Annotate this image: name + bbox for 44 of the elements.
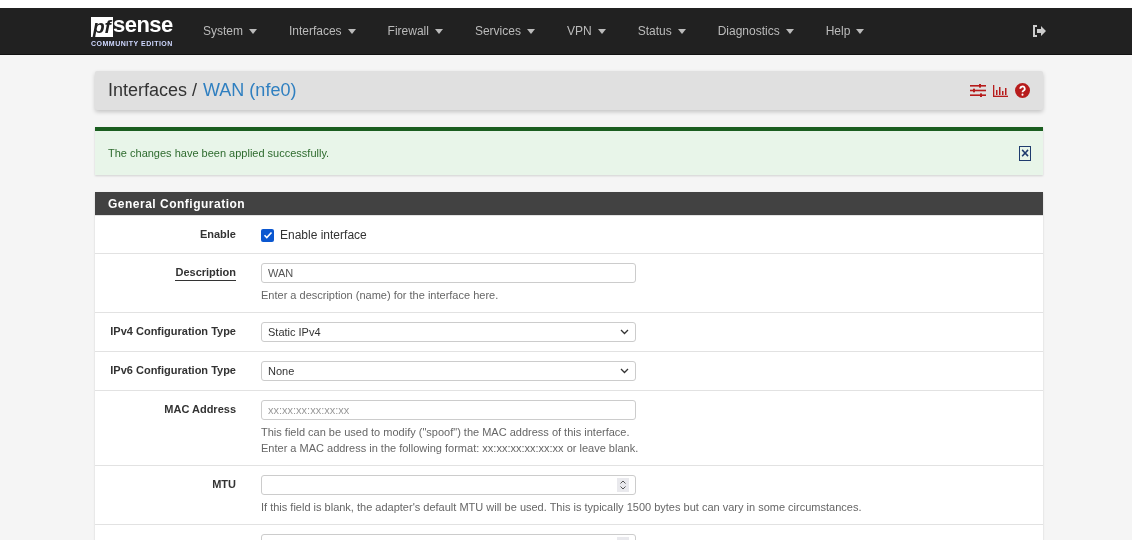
- spinner-icon: [617, 478, 629, 492]
- chevron-down-icon: [620, 368, 629, 374]
- alert-message: The changes have been applied successfully.: [108, 145, 330, 161]
- help-text: This field can be used to modify ("spoof") the MAC address of this interface.: [261, 425, 631, 440]
- caret-icon: [526, 28, 535, 34]
- breadcrumb-parent[interactable]: Interfaces /: [108, 77, 198, 104]
- caret-icon: [597, 28, 606, 34]
- caret-icon: [347, 28, 356, 34]
- help-text: Enter a description (name) for the interface here.: [261, 288, 500, 303]
- checkbox[interactable]: [261, 228, 274, 242]
- menu-item[interactable]: Services: [462, 22, 547, 40]
- chevron-down-icon: [620, 329, 629, 335]
- caret-icon: [785, 28, 794, 34]
- close-button[interactable]: ×: [1019, 145, 1031, 161]
- number-field[interactable]: [261, 475, 636, 495]
- field-label: Description: [175, 264, 236, 281]
- help-text: If this field is blank, the adapter's default MTU will be used. This is typically 1500 bytes but can vary in some circumstances.: [261, 500, 862, 515]
- caret-icon: [677, 28, 686, 34]
- menu-item[interactable]: VPN: [554, 22, 618, 40]
- menu-item[interactable]: Diagnostics: [705, 22, 806, 40]
- menu-item[interactable]: Interfaces: [276, 22, 368, 40]
- caret-icon: [248, 28, 257, 34]
- sliders-icon[interactable]: [970, 84, 986, 97]
- checkbox-label: Enable interface: [280, 227, 367, 244]
- menu-item[interactable]: Help: [813, 22, 877, 40]
- field-label: Enable: [199, 227, 236, 242]
- field-label: IPv4 Configuration Type: [110, 324, 236, 339]
- caret-icon: [434, 28, 443, 34]
- menu-item[interactable]: System: [190, 22, 269, 40]
- logout-icon[interactable]: [1032, 25, 1046, 37]
- menu-item[interactable]: Firewall: [375, 22, 455, 40]
- select-field[interactable]: None: [261, 361, 636, 381]
- panel-title: General Configuration: [108, 195, 246, 213]
- caret-icon: [856, 28, 865, 34]
- input-field[interactable]: WAN: [261, 263, 636, 283]
- field-label: MAC Address: [164, 402, 236, 417]
- help-icon[interactable]: [1015, 83, 1030, 98]
- menu-item[interactable]: Status: [625, 22, 698, 40]
- select-field[interactable]: Static IPv4: [261, 322, 636, 342]
- bar-chart-icon[interactable]: [993, 84, 1008, 97]
- field-label: IPv6 Configuration Type: [110, 363, 236, 378]
- help-text: Enter a MAC address in the following format: xx:xx:xx:xx:xx:xx or leave blank.: [261, 441, 639, 456]
- field-label: MTU: [212, 477, 236, 492]
- input-field[interactable]: xx:xx:xx:xx:xx:xx: [261, 400, 636, 420]
